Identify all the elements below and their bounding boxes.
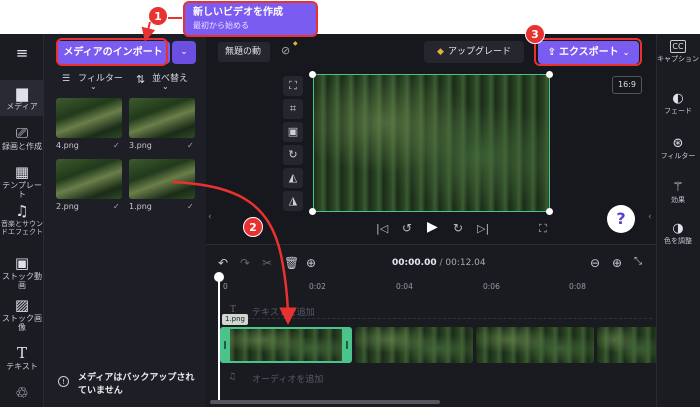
callout-arrows	[141, 17, 297, 325]
drag-arrow	[171, 180, 297, 325]
arrow-to-import	[141, 21, 156, 42]
